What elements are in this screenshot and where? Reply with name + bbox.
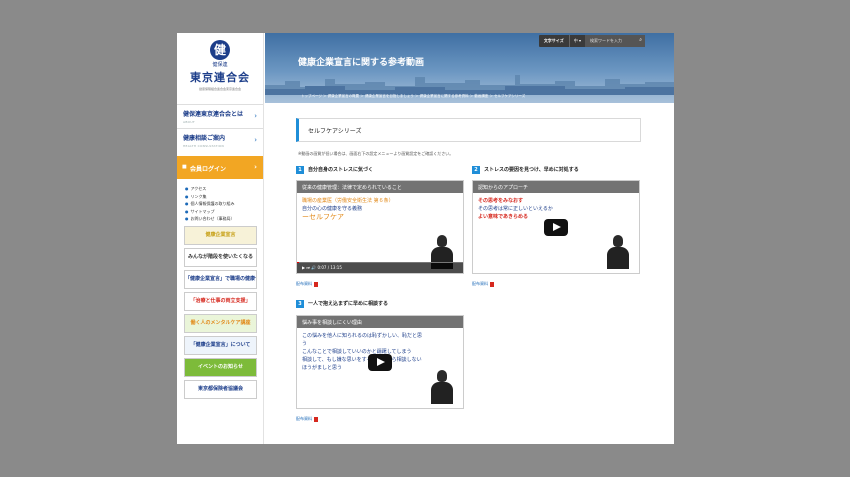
video-slide: この悩みを他人に知られるのは恥ずかしい、恥だと思う こんなことで相談していいのか… — [302, 333, 423, 371]
sidebar-links: ● アクセス ● リンク集 ● 個人情報保護の取り組み ● サイトマップ ● お問い合わせ… — [177, 179, 263, 223]
member-login-button[interactable]: ■ 会員ログイン › — [177, 156, 263, 179]
play-button-icon[interactable] — [544, 219, 568, 236]
search-placeholder: 検索ワードを入力 — [590, 38, 622, 43]
logo-subtitle: 健康保険組合連合会東京連合会 — [198, 87, 241, 91]
section-heading: セルフケアシリーズ — [296, 118, 641, 142]
page-hero: 健康企業宣言に関する参考動画 トップページ ＞ 健康企業宣言の概要 ＞ 健康企業… — [265, 33, 674, 103]
logo-kenpo: 健保連 — [212, 62, 228, 68]
video-slide: その思考をみなおす その思考は常に正しいといえるか よい意味であきらめる — [478, 198, 553, 220]
video-controls[interactable]: ▶ ⏭ 🔊 0:07 / 13:15 — [297, 263, 463, 273]
video-title: 自分自身のストレスに気づく — [308, 167, 374, 173]
sidebar-link-contact[interactable]: ● お問い合わせ（事務局） — [185, 215, 263, 223]
sidebar-item-sub: HEALTH CONSULTATION — [183, 144, 225, 148]
skyline-image — [265, 75, 674, 95]
video-1-label: 1 自分自身のストレスに気づく — [296, 166, 373, 174]
bullet-icon: ● — [185, 216, 189, 221]
logo-emblem-icon: 健 — [210, 40, 230, 60]
video-number-badge: 1 — [296, 166, 304, 174]
bullet-icon: ● — [185, 201, 189, 206]
sidebar-banner[interactable]: 健康企業宣言 — [184, 225, 257, 245]
video-time: 0:07 / 13:15 — [317, 265, 342, 270]
pdf-icon — [314, 281, 318, 287]
material-link-3[interactable]: 配布資料 — [296, 416, 318, 422]
pdf-icon — [314, 416, 318, 422]
video-title: ストレスの要因を見つけ、早めに対処する — [484, 167, 579, 173]
sidebar-item-about[interactable]: 健保連東京連合会とは ABOUT › — [177, 104, 263, 128]
main-content: 健康企業宣言に関する参考動画 トップページ ＞ 健康企業宣言の概要 ＞ 健康企業… — [265, 33, 674, 444]
material-link-1[interactable]: 配布資料 — [296, 281, 318, 287]
sidebar-banners: 健康企業宣言みんなが階段を使いたくなる「健康企業宣言」で職場の健康づくりを！「治… — [177, 225, 263, 399]
sidebar-link-links[interactable]: ● リンク集 — [185, 193, 263, 201]
video-title: 一人で抱え込まずに早めに相談する — [308, 301, 389, 307]
sidebar-banner[interactable]: みんなが階段を使いたくなる — [184, 247, 257, 267]
quality-note: ※動画の画質が低い場合は、画面右下の設定メニューより画質設定をご確認ください。 — [298, 151, 454, 156]
video-3-label: 3 一人で抱え込まずに早めに相談する — [296, 300, 388, 308]
chevron-right-icon: › — [254, 112, 257, 120]
site-logo[interactable]: 健 健保連 東京連合会 健康保険組合連合会東京連合会 — [177, 33, 263, 104]
sidebar-banner[interactable]: 「健康企業宣言」で職場の健康づくりを！ — [184, 269, 257, 289]
video-top-text: 認知からのアプローチ — [473, 181, 639, 193]
presenter-image — [605, 235, 631, 269]
chevron-right-icon: › — [254, 136, 257, 144]
video-top-text: 従来の健康管理：法律で定められていること — [297, 181, 463, 193]
sidebar-item-label: 健保連東京連合会とは — [183, 111, 244, 118]
member-login-label: 会員ログイン — [190, 166, 227, 173]
sidebar-banner[interactable]: 働く人のメンタルケア講座 — [184, 313, 257, 333]
bullet-icon: ● — [185, 193, 189, 199]
lock-icon: ■ — [182, 164, 187, 170]
chevron-right-icon: › — [254, 163, 257, 171]
video-player-2[interactable]: 認知からのアプローチ その思考をみなおす その思考は常に正しいといえるか よい意… — [472, 180, 640, 274]
search-icon[interactable]: ⌕ — [639, 37, 642, 43]
sidebar-item-consultation[interactable]: 健康相談ご案内 HEALTH CONSULTATION › — [177, 128, 263, 152]
play-button-icon[interactable] — [368, 354, 392, 371]
logo-title: 東京連合会 — [190, 71, 250, 84]
video-number-badge: 3 — [296, 300, 304, 308]
video-top-text: 悩み事を相談しにくい理由 — [297, 316, 463, 328]
material-link-2[interactable]: 配布資料 — [472, 281, 494, 287]
video-player-3[interactable]: 悩み事を相談しにくい理由 この悩みを他人に知られるのは恥ずかしい、恥だと思う こ… — [296, 315, 464, 409]
sidebar: 健 健保連 東京連合会 健康保険組合連合会東京連合会 健保連東京連合会とは AB… — [177, 33, 264, 444]
video-player-1[interactable]: 従来の健康管理：法律で定められていること 職場の産業医（労働安全衛生法 第６条）… — [296, 180, 464, 274]
search-input[interactable]: 検索ワードを入力 ⌕ — [585, 35, 645, 47]
presenter-image — [429, 370, 455, 404]
sidebar-item-sub: ABOUT — [183, 120, 195, 124]
sidebar-banner[interactable]: 東京都保険者協議会 — [184, 379, 257, 399]
pdf-icon — [490, 281, 494, 287]
sidebar-link-sitemap[interactable]: ● サイトマップ — [185, 208, 263, 216]
utility-bar: 文字サイズ 中 ▾ 検索ワードを入力 ⌕ — [538, 35, 645, 47]
sidebar-link-access[interactable]: ● アクセス — [185, 185, 263, 193]
video-slide: 職場の産業医（労働安全衛生法 第６条） 自分の心の健康を守る義務 ーセルフケア — [302, 198, 394, 221]
font-size-label: 文字サイズ — [543, 38, 564, 43]
sidebar-banner[interactable]: イベントのお知らせ — [184, 357, 257, 377]
sidebar-link-privacy[interactable]: ● 個人情報保護の取り組み — [185, 200, 263, 208]
sidebar-banner[interactable]: 「治療と仕事の両立支援」 — [184, 291, 257, 311]
video-2-label: 2 ストレスの要因を見つけ、早めに対処する — [472, 166, 579, 174]
page-title: 健康企業宣言に関する参考動画 — [298, 58, 425, 68]
browser-window: 健 健保連 東京連合会 健康保険組合連合会東京連合会 健保連東京連合会とは AB… — [177, 33, 674, 444]
video-number-badge: 2 — [472, 166, 480, 174]
sidebar-banner[interactable]: 「健康企業宣言」について — [184, 335, 257, 355]
font-size-select[interactable]: 中 ▾ — [568, 35, 585, 47]
sidebar-item-label: 健康相談ご案内 — [183, 135, 226, 142]
breadcrumb[interactable]: トップページ ＞ 健康企業宣言の概要 ＞ 健康企業宣言を目指しましょう ＞ 健康… — [301, 94, 525, 99]
chevron-down-icon: ▾ — [578, 38, 581, 43]
bullet-icon: ● — [185, 208, 189, 214]
bullet-icon: ● — [185, 186, 189, 191]
